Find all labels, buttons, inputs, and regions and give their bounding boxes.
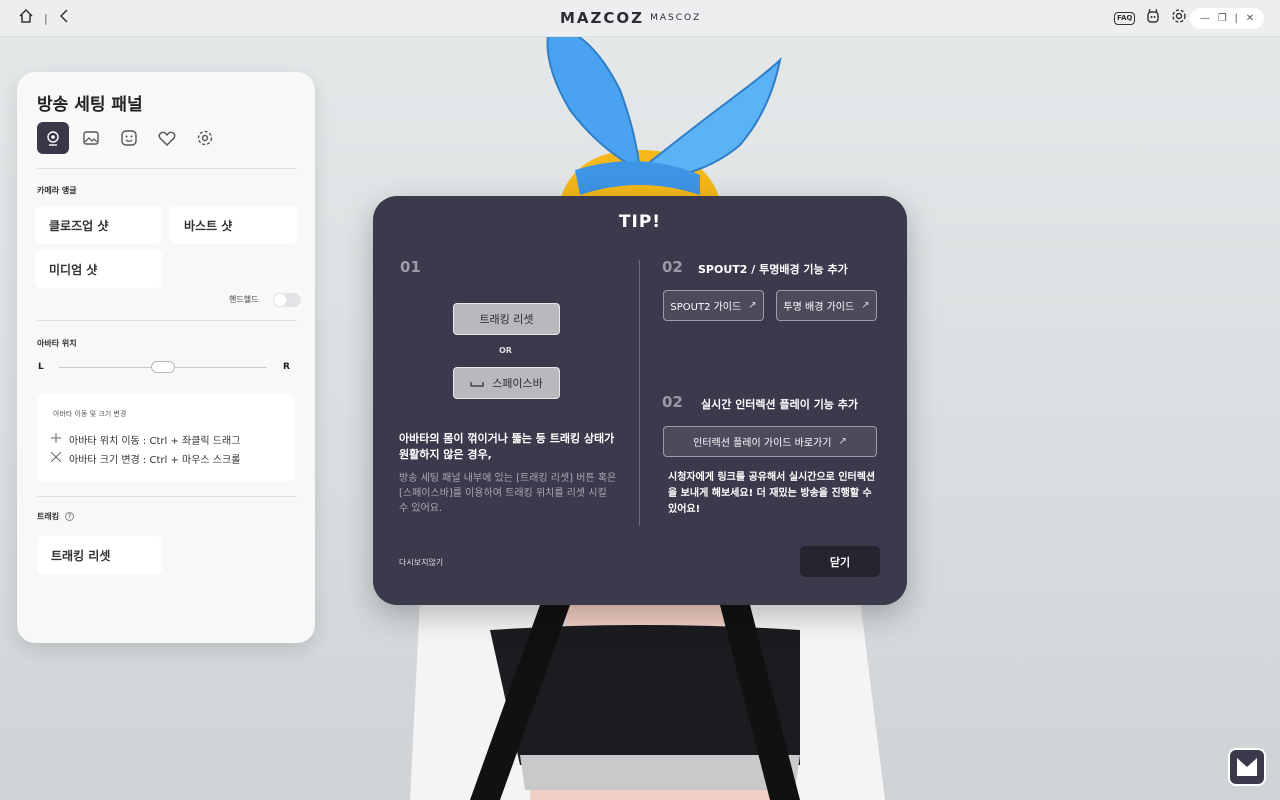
minimize-icon[interactable]: —	[1200, 13, 1210, 24]
tab-background[interactable]	[75, 122, 107, 154]
back-icon[interactable]	[58, 8, 70, 28]
interaction-guide-label: 인터렉션 플레이 가이드 바로가기	[693, 438, 832, 449]
logo-text: MASCOZ	[650, 13, 702, 23]
slider-thumb[interactable]	[151, 361, 175, 373]
panel-tabs	[37, 122, 221, 154]
window-controls: — ❐ | ✕	[1190, 8, 1264, 29]
transparent-guide-label: 투명 배경 가이드	[783, 302, 855, 313]
tip-bold-text: 아바타의 몸이 꺾이거나 뚫는 등 트래킹 상태가 원활하지 않은 경우,	[399, 432, 615, 461]
broadcast-settings-panel: 방송 세팅 패널 카메라 앵글 클로즈업 샷 바스트 샷 미디엄 샷 핸드헬드 …	[17, 72, 315, 643]
character-icon[interactable]	[1145, 8, 1161, 28]
tip-spacebar-button[interactable]: 스페이스바	[453, 367, 560, 399]
separator: |	[1234, 13, 1238, 24]
move-resize-title: 아바타 이동 및 크기 변경	[53, 410, 127, 418]
separator: |	[44, 11, 48, 25]
handheld-label: 핸드헬드	[229, 295, 259, 304]
tab-settings[interactable]	[189, 122, 221, 154]
close-icon[interactable]: ✕	[1246, 13, 1254, 24]
spout2-section-title: SPOUT2 / 투명배경 기능 추가	[698, 263, 848, 276]
external-link-icon: ↗	[838, 436, 847, 447]
hearts-icon	[158, 131, 176, 146]
help-icon[interactable]: ?	[65, 512, 75, 521]
divider	[37, 168, 297, 169]
resize-icon	[50, 451, 62, 465]
tip-spacebar-label: 스페이스바	[492, 377, 543, 390]
spout2-guide-button[interactable]: SPOUT2 가이드 ↗	[663, 290, 764, 321]
tab-camera[interactable]	[37, 122, 69, 154]
section-number: 01	[400, 258, 421, 276]
interaction-guide-button[interactable]: 인터렉션 플레이 가이드 바로가기 ↗	[663, 426, 877, 457]
modal-title: TIP!	[618, 212, 662, 232]
or-label: OR	[499, 346, 512, 355]
gear-icon	[197, 130, 213, 146]
home-icon[interactable]	[18, 8, 34, 28]
restore-icon[interactable]: ❐	[1218, 13, 1227, 24]
slider-right-label: R	[283, 362, 290, 372]
app-launcher-icon[interactable]	[1228, 748, 1266, 786]
move-resize-info: 아바타 이동 및 크기 변경 아바타 위치 이동 : Ctrl + 좌클릭 드래…	[37, 394, 295, 482]
dont-show-again-link[interactable]: 다시보지않기	[399, 557, 443, 568]
section-number: 02	[662, 393, 683, 411]
move-instruction: 아바타 위치 이동 : Ctrl + 좌클릭 드래그	[69, 436, 241, 447]
divider	[37, 320, 297, 321]
tip-tracking-reset-button[interactable]: 트래킹 리셋	[453, 303, 560, 335]
faq-icon[interactable]: FAQ	[1114, 11, 1136, 25]
tip-tracking-reset-label: 트래킹 리셋	[479, 313, 534, 326]
external-link-icon: ↗	[861, 300, 870, 311]
transparent-guide-button[interactable]: 투명 배경 가이드 ↗	[776, 290, 877, 321]
tracking-section-label: 트래킹 ?	[37, 511, 75, 522]
medium-shot-button[interactable]: 미디엄 샷	[35, 250, 162, 288]
closeup-shot-button[interactable]: 클로즈업 샷	[35, 206, 162, 244]
spout2-guide-label: SPOUT2 가이드	[670, 302, 742, 313]
face-icon	[121, 130, 137, 146]
move-instruction-row: 아바타 위치 이동 : Ctrl + 좌클릭 드래그	[51, 432, 240, 447]
title-bar: | MAZCOZ MASCOZ FAQ — ❐ | ✕	[0, 0, 1280, 37]
resize-instruction: 아바타 크기 변경 : Ctrl + 마우스 스크롤	[69, 455, 241, 466]
handheld-toggle[interactable]	[273, 293, 301, 307]
logo-mark: MAZCOZ	[560, 9, 645, 27]
avatar-position-label: 아바타 위치	[37, 339, 77, 348]
bust-shot-button[interactable]: 바스트 샷	[170, 206, 297, 244]
m-logo-icon	[1237, 758, 1257, 776]
share-text: 시청자에게 링크를 공유해서 실시간으로 인터렉션을 보내게 해보세요! 더 재…	[668, 472, 876, 515]
tab-interaction[interactable]	[151, 122, 183, 154]
settings-icon[interactable]	[1171, 8, 1187, 28]
close-button[interactable]: 닫기	[800, 546, 880, 577]
vertical-divider	[639, 260, 640, 526]
divider	[37, 496, 297, 497]
tab-expression[interactable]	[113, 122, 145, 154]
app-logo: MAZCOZ MASCOZ	[560, 9, 701, 27]
spacebar-icon	[470, 377, 484, 390]
tracking-reset-button[interactable]: 트래킹 리셋	[37, 536, 162, 574]
image-icon	[83, 131, 99, 145]
tip-desc-text: 방송 세팅 패널 내부에 있는 [트래킹 리셋] 버튼 혹은 [스페이스바]를 …	[399, 473, 617, 514]
webcam-icon	[47, 131, 59, 146]
camera-angle-label: 카메라 앵글	[37, 186, 77, 195]
tracking-label: 트래킹	[37, 512, 60, 521]
slider-left-label: L	[38, 362, 44, 372]
move-icon	[51, 433, 61, 446]
panel-title: 방송 세팅 패널	[37, 95, 143, 115]
tip-modal: TIP! 01 트래킹 리셋 OR 스페이스바 아바타의 몸이 꺾이거나 뚫는 …	[373, 196, 907, 605]
section-number: 02	[662, 258, 683, 276]
resize-instruction-row: 아바타 크기 변경 : Ctrl + 마우스 스크롤	[50, 451, 241, 466]
interaction-section-title: 실시간 인터렉션 플레이 기능 추가	[701, 398, 858, 411]
external-link-icon: ↗	[748, 300, 757, 311]
